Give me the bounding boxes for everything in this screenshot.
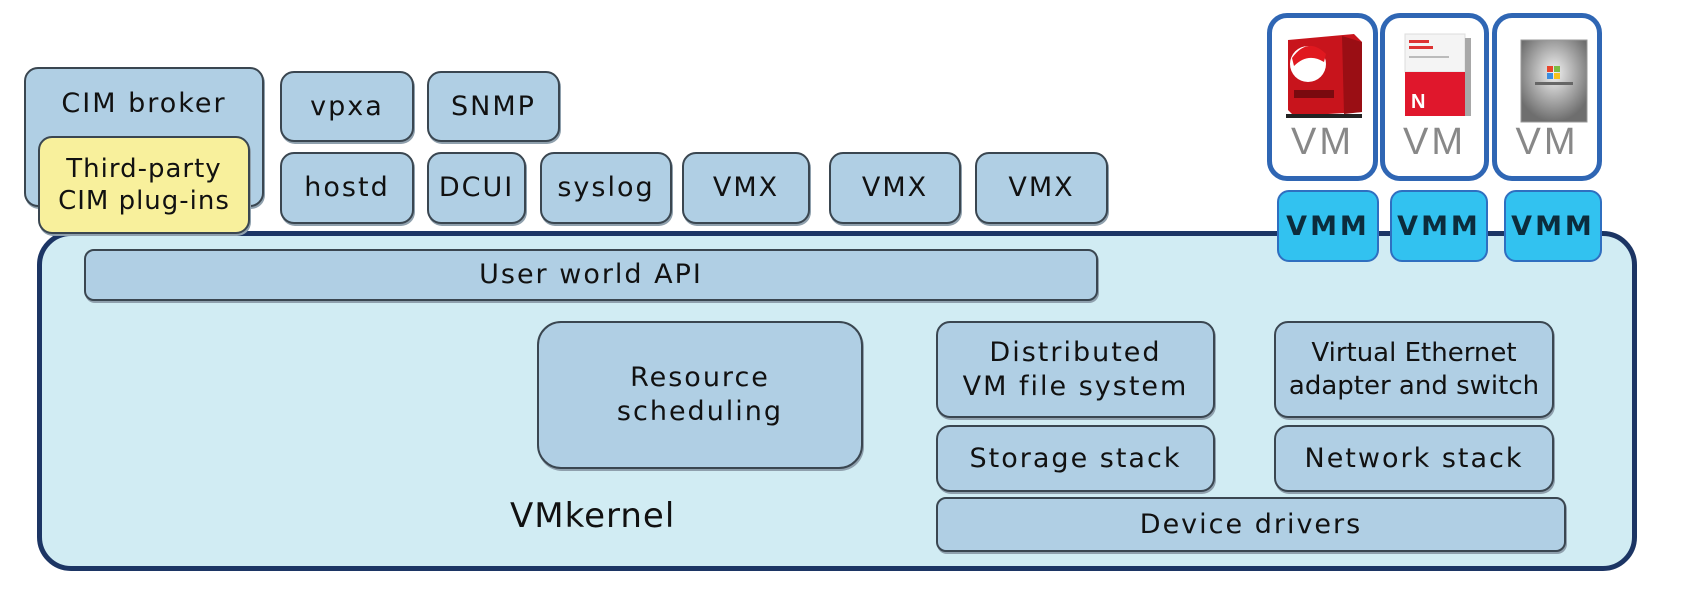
- syslog-box: syslog: [540, 152, 672, 224]
- hostd-label: hostd: [304, 172, 390, 204]
- network-stack-box: Network stack: [1274, 425, 1554, 492]
- third-party-cim-plugins-label: Third-party CIM plug-ins: [58, 153, 230, 217]
- network-stack-label: Network stack: [1304, 442, 1524, 474]
- vmx-box: VMX: [682, 152, 810, 224]
- vmm-label: VMM: [1397, 210, 1481, 242]
- cim-broker-label: CIM broker: [61, 88, 227, 119]
- windows-server-box-icon: [1520, 39, 1588, 123]
- storage-stack-box: Storage stack: [936, 425, 1215, 492]
- dcui-box: DCUI: [427, 152, 526, 224]
- virtual-ethernet-box: Virtual Ethernet adapter and switch: [1274, 321, 1554, 418]
- third-party-cim-plugins-box: Third-party CIM plug-ins: [38, 136, 250, 234]
- resource-scheduling-box: Resource scheduling: [537, 321, 863, 469]
- user-world-api-label: User world API: [479, 259, 703, 291]
- vm-box: VM: [1492, 13, 1602, 181]
- vmx-label: VMX: [712, 172, 780, 204]
- user-world-api-bar: User world API: [84, 249, 1098, 301]
- vmx-label: VMX: [1008, 172, 1075, 204]
- dcui-label: DCUI: [438, 172, 515, 204]
- storage-stack-label: Storage stack: [969, 442, 1182, 474]
- dvmfs-label: Distributed VM file system: [962, 336, 1189, 402]
- vm-label: VM: [1403, 121, 1466, 163]
- virtual-ethernet-label: Virtual Ethernet adapter and switch: [1288, 338, 1540, 401]
- dvmfs-box: Distributed VM file system: [936, 321, 1215, 418]
- vmkernel-label: VMkernel: [510, 496, 676, 536]
- vmm-box: VMM: [1504, 190, 1602, 262]
- device-drivers-bar: Device drivers: [936, 497, 1566, 552]
- vmm-box: VMM: [1277, 190, 1379, 262]
- vm-box: VM: [1267, 13, 1378, 181]
- vmm-box: VMM: [1390, 190, 1488, 262]
- device-drivers-label: Device drivers: [1139, 508, 1363, 540]
- novell-netware-box-icon: N: [1404, 33, 1471, 116]
- svg-text:N: N: [1411, 91, 1425, 113]
- vm-box: N VM: [1380, 13, 1489, 181]
- redhat-linux-box-icon: [1286, 34, 1362, 118]
- syslog-label: syslog: [557, 172, 655, 204]
- vm-label: VM: [1291, 121, 1354, 163]
- vm-label: VM: [1515, 121, 1579, 163]
- resource-scheduling-label: Resource scheduling: [616, 362, 784, 427]
- vmx-box: VMX: [975, 152, 1108, 224]
- vmx-box: VMX: [829, 152, 961, 224]
- snmp-label: SNMP: [451, 90, 536, 122]
- vpxa-label: vpxa: [310, 90, 384, 122]
- vmm-label: VMM: [1511, 210, 1595, 242]
- vmx-label: VMX: [861, 172, 929, 204]
- snmp-box: SNMP: [427, 71, 560, 142]
- hostd-box: hostd: [280, 152, 414, 224]
- vpxa-box: vpxa: [280, 71, 414, 142]
- vmm-label: VMM: [1286, 210, 1370, 242]
